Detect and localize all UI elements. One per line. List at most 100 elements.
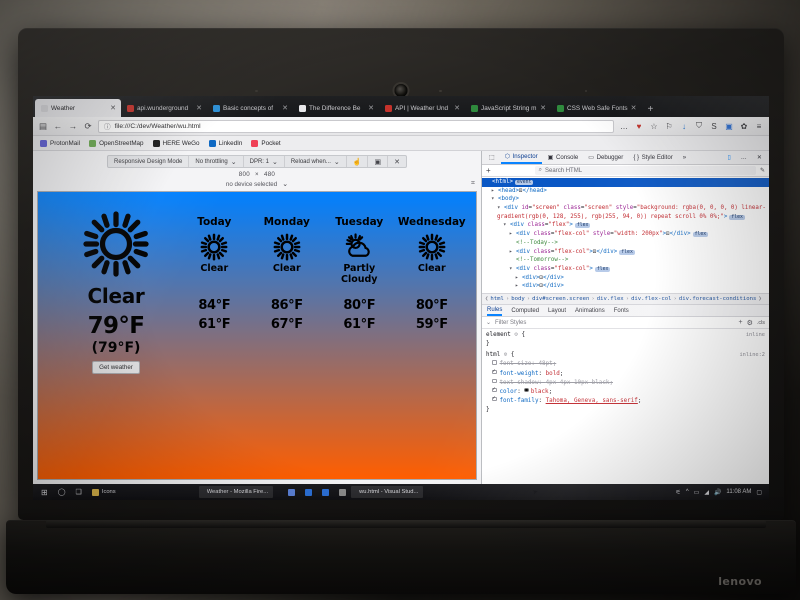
color-swatch[interactable] <box>524 387 529 393</box>
bookmark-linkedin[interactable]: LinkedIn <box>208 139 242 147</box>
taskbar-pinned-3[interactable] <box>317 484 334 500</box>
search-button[interactable]: ◯ <box>53 484 71 500</box>
rdm-device-selector[interactable]: no device selected ⌄ ⌗ <box>33 180 481 191</box>
css-property[interactable]: font-family <box>500 397 539 406</box>
start-button[interactable]: ⊞ <box>36 484 53 500</box>
tab-console[interactable]: ▣ Console <box>544 151 583 164</box>
tab-close-icon[interactable]: ✕ <box>196 104 202 112</box>
edit-pencil-icon[interactable]: ✎ <box>760 167 765 174</box>
task-view-button[interactable]: ❑ <box>71 484 87 500</box>
addon-icon[interactable]: ✿ <box>739 122 749 131</box>
search-html-input[interactable]: ⌕ Search HTML <box>534 166 756 175</box>
downloads-icon[interactable]: ↓ <box>679 122 689 131</box>
rdm-dpr-select[interactable]: DPR: 1 ⌄ <box>244 156 285 167</box>
browser-tab-javascript-string[interactable]: JavaScript String m ✕ <box>465 99 551 117</box>
tab-close-icon[interactable]: ✕ <box>454 104 460 112</box>
declaration-checkbox[interactable] <box>492 368 497 375</box>
declaration-font-family[interactable]: font-family: Tahoma, Geneva, sans-serif; <box>482 396 769 406</box>
tray-network-icon[interactable]: ▭ <box>694 489 700 496</box>
devtools-overflow-icon[interactable]: » <box>679 151 690 164</box>
tab-debugger[interactable]: ▭ Debugger <box>584 151 627 164</box>
pseudo-toggle-icon[interactable]: ⊙ <box>514 332 518 338</box>
notification-center-icon[interactable]: ▢ <box>756 489 762 496</box>
tab-close-icon[interactable]: ✕ <box>540 104 546 112</box>
declaration-font-size[interactable]: font-size: 48pt; <box>482 360 769 369</box>
rule-selector-html[interactable]: html ⊙ { inline:2 <box>482 351 769 360</box>
css-value[interactable]: Tahoma, Geneva, sans-serif <box>546 397 638 406</box>
tray-overflow-icon[interactable]: ^ <box>686 489 689 495</box>
declaration-color[interactable]: color: black; <box>482 386 769 397</box>
get-weather-button[interactable]: Get weather <box>92 361 140 374</box>
breadcrumb-item-html[interactable]: html <box>490 296 503 302</box>
new-tab-button[interactable]: + <box>642 104 660 117</box>
tab-inspector[interactable]: ⬡ Inspector <box>500 151 542 164</box>
tab-layout[interactable]: Layout <box>548 308 566 314</box>
devtools-settings-icon[interactable]: … <box>737 151 751 164</box>
markup-line-flexcol-3[interactable]: ▾ <div class="flex-col"> flex <box>482 265 769 274</box>
pseudo-class-icon[interactable]: ⚙ <box>747 319 753 327</box>
browser-tab-basic-concepts[interactable]: Basic concepts of ✕ <box>207 99 293 117</box>
css-value[interactable]: 48pt <box>539 360 553 369</box>
taskbar-window-firefox[interactable]: Weather - Mozilla Fire... <box>198 486 274 498</box>
tab-computed[interactable]: Computed <box>511 308 539 314</box>
markup-line-inner-div-2[interactable]: ▸ <div>⊡</div> <box>482 282 769 291</box>
bookmark-star-icon[interactable]: ☆ <box>649 122 659 131</box>
sidebar-toggle-icon[interactable]: ▤ <box>38 121 48 132</box>
tab-fonts[interactable]: Fonts <box>614 308 629 314</box>
declaration-checkbox[interactable] <box>492 360 497 365</box>
css-value[interactable]: black <box>531 388 549 397</box>
url-bar[interactable]: ⓘ file:///C:/dev/Weather/wu.html <box>98 119 614 133</box>
forward-button-icon[interactable]: → <box>68 121 78 131</box>
markup-line-inner-div-1[interactable]: ▸ <div>⊡</div> <box>482 274 769 283</box>
rdm-throttling-select[interactable]: No throttling ⌄ <box>189 156 244 167</box>
responsive-mode-toggle-icon[interactable]: ▯ <box>723 151 734 164</box>
pocket-icon[interactable]: ♥ <box>634 122 644 131</box>
back-button-icon[interactable]: ← <box>53 121 63 131</box>
skype-extension-icon[interactable]: S <box>709 122 719 131</box>
markup-line-body[interactable]: ▾ <body> <box>482 195 769 204</box>
bookmark-pocket[interactable]: Pocket <box>251 139 281 147</box>
tab-close-icon[interactable]: ✕ <box>368 104 374 112</box>
taskbar-window-vscode[interactable]: wu.html - Visual Stud... <box>351 486 424 498</box>
breadcrumb-item-forecast-conditions[interactable]: div.forecast-conditions <box>679 296 756 302</box>
css-value[interactable]: 4px 4px 10px black <box>546 379 610 388</box>
tray-volume-icon[interactable]: 🔊 <box>714 489 721 496</box>
markup-line-flex-div[interactable]: ▾ <div class="flex"> flex <box>482 221 769 230</box>
bookmark-protonmail[interactable]: ProtonMail <box>40 139 80 147</box>
tab-rules[interactable]: Rules <box>487 305 503 316</box>
element-classes-icon[interactable]: .cls <box>757 320 765 326</box>
overflow-menu-icon[interactable]: … <box>619 122 629 131</box>
devtools-close-icon[interactable]: ✕ <box>753 151 766 164</box>
tab-style-editor[interactable]: { } Style Editor <box>629 151 676 164</box>
taskbar-pinned-4[interactable] <box>334 484 351 500</box>
bookmark-here-wego[interactable]: HERE WeGo <box>152 139 200 147</box>
markup-line-screen-div[interactable]: ▾ <div id="screen" class="screen" style=… <box>482 204 769 221</box>
pseudo-toggle-icon[interactable]: ⊙ <box>504 352 508 358</box>
rdm-touch-simulation-button[interactable]: ☝ <box>347 156 369 167</box>
breadcrumb-item-body[interactable]: body <box>511 296 524 302</box>
breadcrumb-prev-icon[interactable]: ❮ <box>485 296 488 302</box>
filter-styles-input[interactable]: Filter Styles <box>495 320 526 326</box>
devtools-element-picker[interactable]: ⬚ <box>485 151 499 164</box>
css-property[interactable]: text-shadow <box>500 379 539 388</box>
browser-tab-api-weather[interactable]: API | Weather Und ✕ <box>379 99 465 117</box>
breadcrumb-next-icon[interactable]: ❯ <box>758 296 761 302</box>
browser-tab-weather[interactable]: Weather ✕ <box>35 99 121 117</box>
declaration-font-weight[interactable]: font-weight: bold; <box>482 368 769 379</box>
shield-icon[interactable]: ⛉ <box>694 121 704 131</box>
bookmark-openstreetmap[interactable]: OpenStreetMap <box>89 139 144 147</box>
pocket-save-icon[interactable]: ⚐ <box>664 122 674 131</box>
rule-selector-element[interactable]: element ⊙ { inline <box>482 331 769 340</box>
tab-animations[interactable]: Animations <box>575 308 605 314</box>
tray-wifi-icon[interactable]: ◢ <box>704 489 709 496</box>
markup-tree[interactable]: <html> event ▸ <head>⊡</head> ▾ <body> ▾ … <box>482 177 769 293</box>
markup-line-html[interactable]: <html> event <box>482 178 769 187</box>
tab-close-icon[interactable]: ✕ <box>110 104 116 112</box>
rdm-screenshot-button[interactable]: ▣ <box>368 156 389 167</box>
add-node-icon[interactable]: + <box>486 166 491 175</box>
add-rule-icon[interactable]: + <box>739 319 743 326</box>
taskbar-item-icons-folder[interactable]: Icons <box>87 484 121 500</box>
reload-button-icon[interactable]: ⟳ <box>83 121 93 132</box>
css-rules-pane[interactable]: element ⊙ { inline } html ⊙ { inline:2 f… <box>482 329 769 484</box>
taskbar-pinned-2[interactable] <box>300 484 317 500</box>
